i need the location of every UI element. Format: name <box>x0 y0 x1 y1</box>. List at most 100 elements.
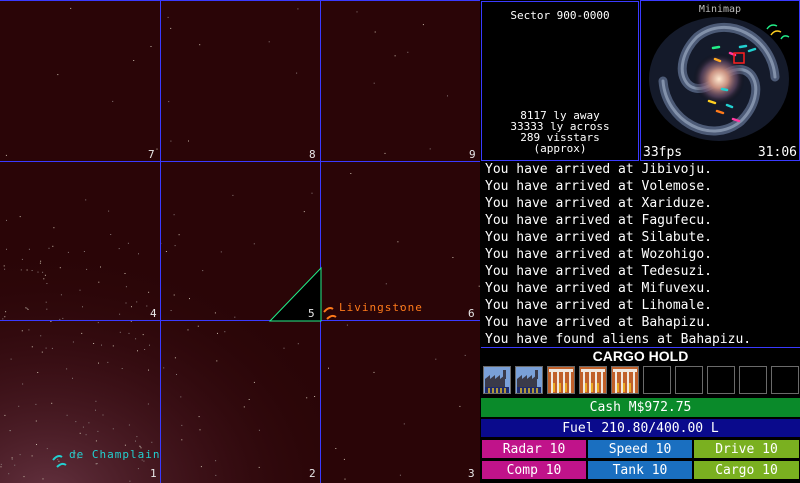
star <box>9 430 11 432</box>
star <box>5 154 7 156</box>
star <box>11 458 13 460</box>
star <box>31 346 33 348</box>
star <box>447 95 448 97</box>
star <box>147 403 149 405</box>
cargo-slot-crops[interactable] <box>579 366 607 394</box>
star <box>14 464 16 466</box>
star <box>314 396 316 397</box>
star <box>297 343 299 345</box>
sector-map[interactable]: 7 8 9 4 5 6 1 2 3 Livingstone de Champla… <box>0 0 480 483</box>
star <box>214 312 216 314</box>
star <box>46 448 48 450</box>
log-line: You have arrived at Volemose. <box>485 179 712 194</box>
livingstone-label[interactable]: Livingstone <box>339 301 423 314</box>
star <box>27 308 29 310</box>
star <box>26 269 28 271</box>
star <box>253 381 255 383</box>
star <box>57 459 59 461</box>
radar-upgrade-button[interactable]: Radar 10 <box>481 439 587 459</box>
star <box>384 152 386 154</box>
star <box>258 466 260 468</box>
star <box>151 441 153 443</box>
cargo-slot-crops[interactable] <box>547 366 575 394</box>
star <box>28 329 30 331</box>
star <box>199 429 201 431</box>
star <box>127 242 129 244</box>
star <box>133 60 135 61</box>
log-line: You have found aliens at Bahapizu. <box>485 332 752 347</box>
comp-upgrade-button[interactable]: Comp 10 <box>481 460 587 480</box>
star <box>215 460 217 462</box>
star <box>60 294 62 296</box>
star <box>37 271 39 273</box>
cargo-slot-factory[interactable] <box>515 366 543 394</box>
star <box>119 313 121 315</box>
star <box>119 331 121 333</box>
star <box>98 281 100 283</box>
star <box>148 369 149 371</box>
star <box>2 318 4 320</box>
cargo-slot-factory[interactable] <box>483 366 511 394</box>
star <box>234 316 236 318</box>
champlain-label[interactable]: de Champlain <box>69 448 160 461</box>
star <box>79 432 81 434</box>
star <box>180 396 182 398</box>
star <box>18 405 20 407</box>
star <box>399 474 401 476</box>
sector-stats: 8117 ly away 33333 ly across 289 visstar… <box>482 110 638 154</box>
star <box>258 429 260 431</box>
star <box>51 347 53 349</box>
message-log: You have arrived at Jibivoju. You have a… <box>481 161 800 347</box>
star <box>216 360 218 362</box>
star <box>173 214 175 216</box>
livingstone-marker <box>323 307 337 320</box>
star <box>88 422 90 424</box>
star <box>146 305 148 307</box>
speed-upgrade-button[interactable]: Speed 10 <box>587 439 693 459</box>
star <box>112 100 114 102</box>
star <box>97 430 99 432</box>
star <box>6 219 7 221</box>
star <box>174 245 176 247</box>
star <box>79 289 81 291</box>
star <box>215 474 217 476</box>
star <box>124 444 126 446</box>
grid-label-7: 7 <box>148 148 155 161</box>
cargo-slot-empty[interactable] <box>771 366 799 394</box>
star <box>170 27 172 29</box>
star <box>422 24 424 26</box>
star <box>478 285 480 287</box>
cash-display: Cash M$972.75 <box>481 398 800 417</box>
cargo-slot-crops[interactable] <box>611 366 639 394</box>
cargo-slot-empty[interactable] <box>707 366 735 394</box>
star <box>8 473 10 475</box>
log-line: You have arrived at Bahapizu. <box>485 315 712 330</box>
star <box>248 399 250 400</box>
minimap-panel[interactable]: Minimap 33fps 31:06 <box>640 0 800 161</box>
star <box>5 311 7 313</box>
star <box>176 374 177 375</box>
sector-title: Sector 900-0000 <box>510 9 610 22</box>
cargo-upgrade-button[interactable]: Cargo 10 <box>693 460 800 480</box>
star <box>41 351 43 353</box>
star <box>31 455 33 457</box>
star <box>346 324 348 326</box>
tank-upgrade-button[interactable]: Tank 10 <box>587 460 693 480</box>
star <box>232 194 234 196</box>
star <box>86 268 88 270</box>
star <box>297 8 299 10</box>
star <box>26 307 28 309</box>
cargo-slot-empty[interactable] <box>739 366 767 394</box>
grid-label-5: 5 <box>308 307 315 320</box>
star <box>148 291 150 293</box>
star <box>45 301 47 303</box>
star <box>220 251 222 253</box>
star <box>135 338 137 340</box>
cargo-slot-empty[interactable] <box>675 366 703 394</box>
star <box>36 444 37 445</box>
star <box>174 357 176 359</box>
star <box>19 454 21 456</box>
drive-upgrade-button[interactable]: Drive 10 <box>693 439 800 459</box>
star <box>95 463 97 465</box>
cargo-slot-empty[interactable] <box>643 366 671 394</box>
